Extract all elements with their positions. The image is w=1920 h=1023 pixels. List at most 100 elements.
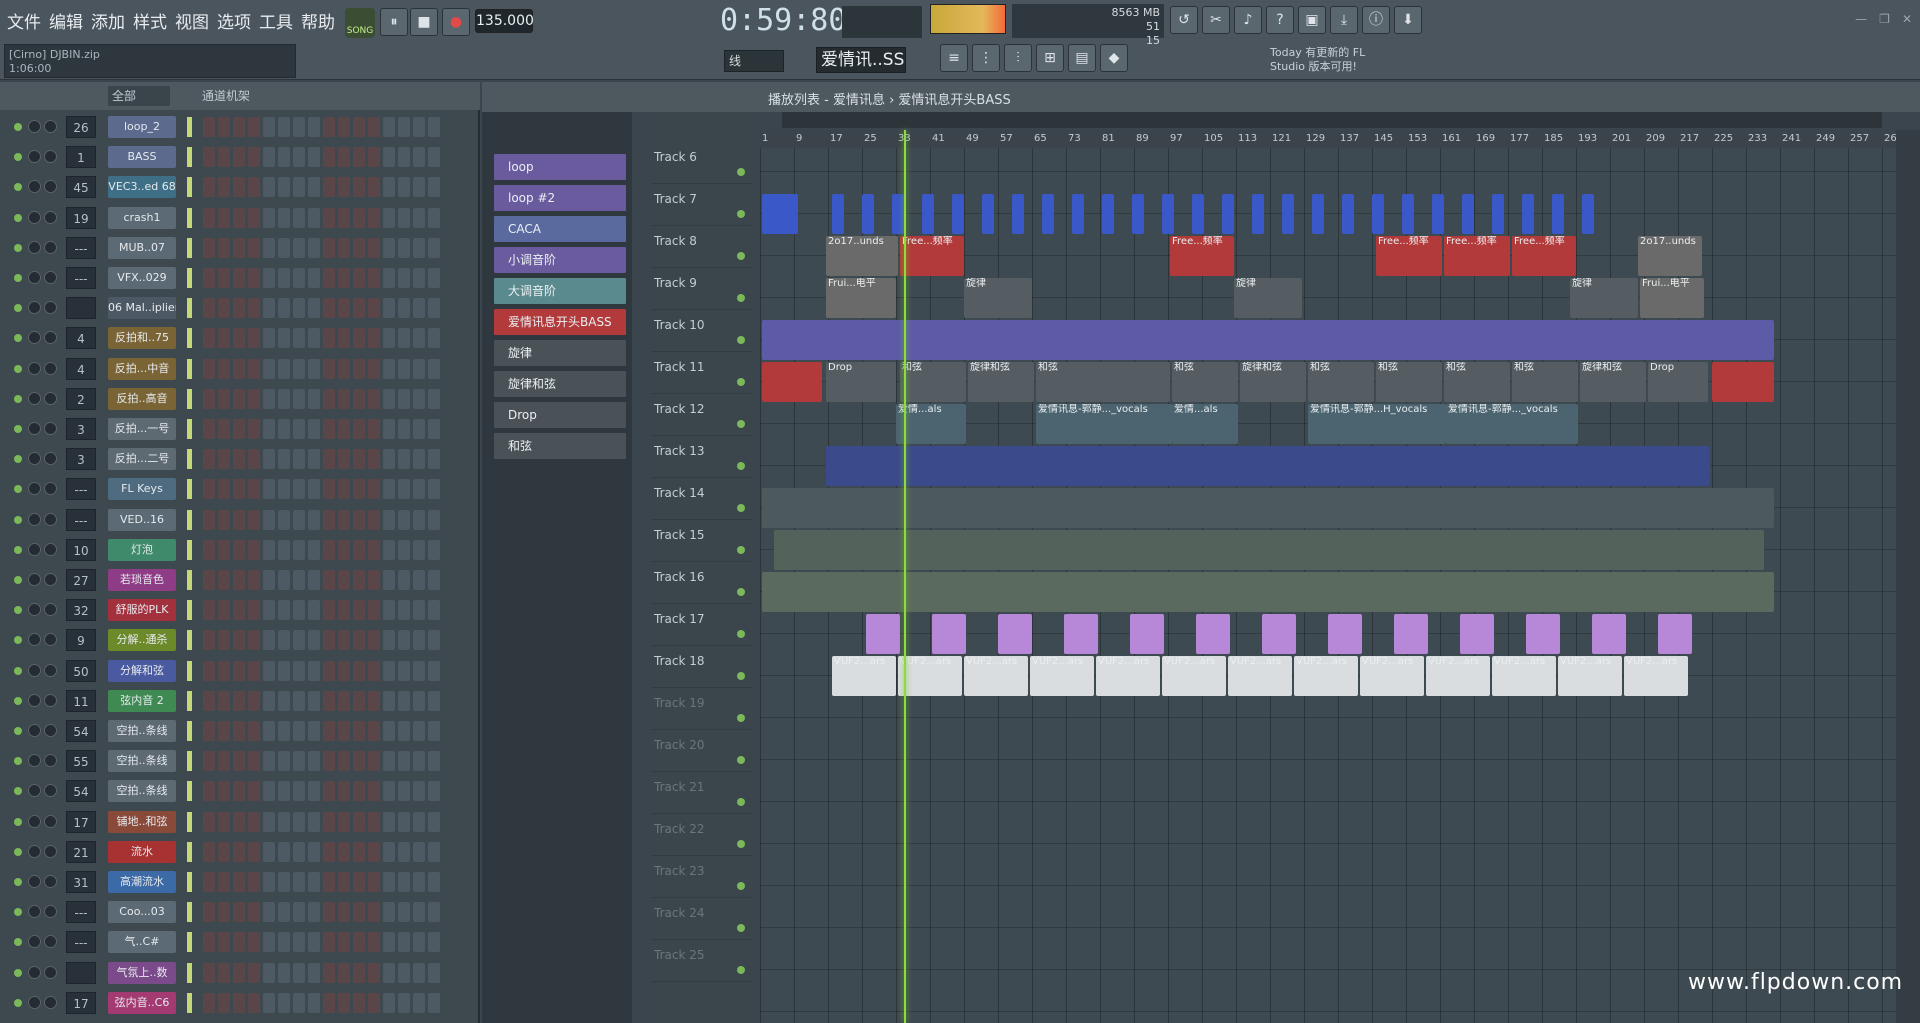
playlist-clip[interactable]: Free...频率 bbox=[1170, 236, 1234, 276]
step-button[interactable] bbox=[278, 298, 290, 319]
step-button[interactable] bbox=[278, 630, 290, 651]
step-button[interactable] bbox=[233, 268, 245, 288]
channel-name-button[interactable]: VEC3..ed 68 bbox=[108, 176, 176, 199]
pan-knob[interactable] bbox=[28, 965, 41, 979]
step-button[interactable] bbox=[203, 207, 215, 228]
channel-select-bar[interactable] bbox=[187, 147, 192, 168]
step-button[interactable] bbox=[368, 570, 380, 590]
volume-knob[interactable] bbox=[44, 965, 57, 979]
mixer-track-number[interactable]: 17 bbox=[66, 810, 96, 833]
tempo-display[interactable]: 135.000 bbox=[475, 9, 534, 33]
channel-row[interactable]: 55 空拍..条线 bbox=[0, 748, 480, 774]
track-enable-icon[interactable] bbox=[737, 336, 745, 344]
step-button[interactable] bbox=[428, 449, 440, 470]
step-button[interactable] bbox=[338, 600, 350, 621]
step-button[interactable] bbox=[413, 449, 425, 470]
download-icon[interactable]: ⬇ bbox=[1394, 6, 1422, 34]
step-button[interactable] bbox=[413, 751, 425, 772]
step-button[interactable] bbox=[428, 419, 440, 439]
mute-led-icon[interactable] bbox=[14, 576, 22, 584]
playlist-clip[interactable] bbox=[1282, 194, 1294, 234]
step-button[interactable] bbox=[428, 479, 440, 500]
step-button[interactable] bbox=[308, 902, 320, 923]
playlist-clip[interactable]: Frui...电平 bbox=[1640, 278, 1704, 318]
step-button[interactable] bbox=[338, 902, 350, 923]
step-button[interactable] bbox=[398, 902, 410, 923]
step-button[interactable] bbox=[368, 117, 380, 137]
step-button[interactable] bbox=[353, 841, 365, 862]
track-header[interactable]: Track 16 bbox=[652, 562, 752, 604]
step-button[interactable] bbox=[233, 751, 245, 772]
channel-row[interactable]: 50 分解和弦 bbox=[0, 658, 480, 684]
step-button[interactable] bbox=[398, 932, 410, 953]
step-button[interactable] bbox=[233, 298, 245, 319]
step-sequencer[interactable] bbox=[203, 811, 440, 832]
mute-led-icon[interactable] bbox=[14, 606, 22, 615]
step-button[interactable] bbox=[203, 147, 215, 168]
channel-name-button[interactable]: 空拍..条线 bbox=[108, 780, 176, 803]
menu-item-7[interactable]: 帮助 bbox=[300, 8, 336, 33]
step-button[interactable] bbox=[308, 841, 320, 862]
step-button[interactable] bbox=[383, 811, 395, 832]
playlist-clip[interactable]: 爱情...als bbox=[896, 404, 966, 444]
step-button[interactable] bbox=[278, 992, 290, 1013]
track-header[interactable]: Track 21 bbox=[652, 772, 752, 814]
step-button[interactable] bbox=[338, 841, 350, 862]
step-button[interactable] bbox=[218, 932, 230, 953]
playlist-clip[interactable]: 旋律 bbox=[1570, 278, 1638, 318]
step-button[interactable] bbox=[413, 902, 425, 923]
step-button[interactable] bbox=[368, 419, 380, 439]
step-button[interactable] bbox=[338, 811, 350, 832]
step-button[interactable] bbox=[233, 207, 245, 228]
playhead-marker[interactable] bbox=[904, 130, 906, 1023]
step-button[interactable] bbox=[323, 509, 335, 530]
pan-knob[interactable] bbox=[28, 391, 41, 405]
mixer-track-number[interactable]: 9 bbox=[66, 629, 96, 652]
volume-knob[interactable] bbox=[44, 301, 57, 315]
channel-select-bar[interactable] bbox=[187, 419, 192, 439]
step-button[interactable] bbox=[308, 268, 320, 288]
step-button[interactable] bbox=[353, 237, 365, 258]
step-button[interactable] bbox=[383, 570, 395, 590]
step-button[interactable] bbox=[263, 539, 275, 560]
channel-select-bar[interactable] bbox=[187, 237, 192, 258]
playlist-clip[interactable]: VUF2...ars bbox=[1492, 656, 1556, 696]
step-button[interactable] bbox=[368, 449, 380, 470]
step-button[interactable] bbox=[203, 600, 215, 621]
channel-row[interactable]: --- FL Keys bbox=[0, 476, 480, 502]
step-button[interactable] bbox=[323, 932, 335, 953]
step-button[interactable] bbox=[248, 237, 260, 258]
playlist-clip[interactable]: VUF2...ars bbox=[964, 656, 1028, 696]
step-button[interactable] bbox=[323, 570, 335, 590]
track-enable-icon[interactable] bbox=[737, 588, 745, 596]
plugin-icon[interactable]: ◆ bbox=[1100, 44, 1128, 72]
step-sequencer[interactable] bbox=[203, 872, 440, 892]
step-button[interactable] bbox=[428, 660, 440, 681]
step-button[interactable] bbox=[278, 902, 290, 923]
pan-knob[interactable] bbox=[28, 482, 41, 496]
step-button[interactable] bbox=[233, 721, 245, 741]
step-button[interactable] bbox=[203, 449, 215, 470]
channel-name-button[interactable]: 反拍...二号 bbox=[108, 448, 176, 471]
step-sequencer[interactable] bbox=[203, 147, 440, 168]
step-button[interactable] bbox=[233, 419, 245, 439]
step-button[interactable] bbox=[323, 600, 335, 621]
mixer-track-number[interactable] bbox=[66, 961, 96, 984]
step-button[interactable] bbox=[293, 207, 305, 228]
step-sequencer[interactable] bbox=[203, 388, 440, 409]
step-button[interactable] bbox=[218, 147, 230, 168]
mute-led-icon[interactable] bbox=[14, 787, 22, 796]
step-button[interactable] bbox=[383, 177, 395, 198]
step-button[interactable] bbox=[263, 721, 275, 741]
pan-knob[interactable] bbox=[28, 331, 41, 345]
mute-led-icon[interactable] bbox=[14, 213, 22, 222]
channel-row[interactable]: 气氛上..数 bbox=[0, 960, 480, 986]
step-button[interactable] bbox=[278, 841, 290, 862]
playlist-clip[interactable]: 和弦 bbox=[1172, 362, 1238, 402]
step-button[interactable] bbox=[308, 660, 320, 681]
step-button[interactable] bbox=[248, 932, 260, 953]
step-button[interactable] bbox=[383, 479, 395, 500]
step-button[interactable] bbox=[383, 358, 395, 379]
track-enable-icon[interactable] bbox=[737, 924, 745, 932]
step-button[interactable] bbox=[413, 328, 425, 349]
